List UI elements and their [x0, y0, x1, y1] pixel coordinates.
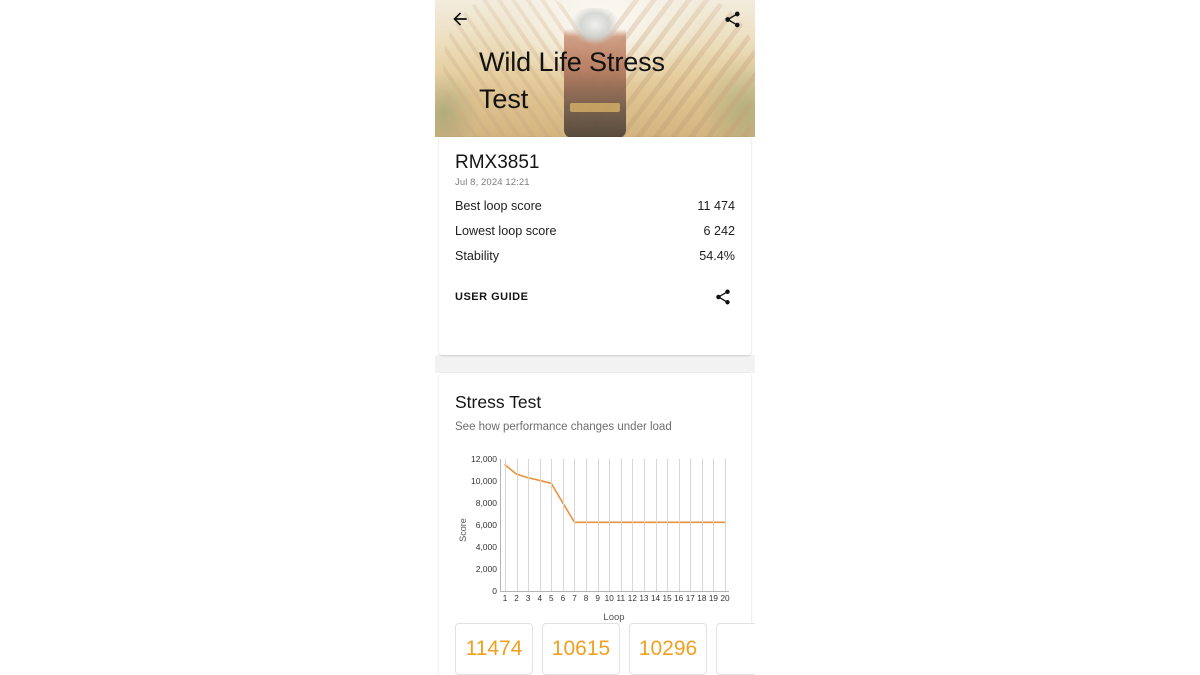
chart-gridline — [574, 459, 576, 591]
loop-score-chip-list[interactable]: 11474 10615 10296 — [439, 623, 755, 675]
chart-gridline — [562, 459, 564, 591]
chart-gridline — [725, 459, 726, 591]
chart-gridline — [655, 459, 657, 591]
stress-test-chart: Score 0 2,000 4,000 6,000 8,000 10,000 12,000 1… — [455, 454, 735, 623]
back-button[interactable] — [447, 6, 473, 32]
chart-x-tick-label: 10 — [604, 594, 614, 603]
chart-x-tick-label: 15 — [662, 594, 672, 603]
chart-x-tick-label: 13 — [639, 594, 649, 603]
scroll-container[interactable]: Wild Life Stress Test RMX3851 Jul 8, 202… — [435, 0, 755, 675]
chart-gridline — [713, 459, 715, 591]
chart-x-tick-label: 16 — [674, 594, 684, 603]
chart-gridline — [678, 459, 680, 591]
chart-x-tick-label: 8 — [583, 594, 589, 603]
stress-test-subtitle: See how performance changes under load — [455, 421, 672, 433]
chart-y-tick-label: 6,000 — [475, 520, 497, 530]
chart-series-line — [504, 463, 726, 524]
loop-score-chip[interactable]: 11474 — [455, 623, 533, 675]
chart-x-tick-label: 12 — [627, 594, 637, 603]
chart-gridline — [701, 459, 703, 591]
chart-y-tick-label: 12,000 — [471, 454, 497, 464]
chart-gridline — [643, 459, 645, 591]
chart-x-tick-label: 11 — [616, 594, 626, 603]
chart-x-tick-label: 4 — [537, 594, 543, 603]
chart-gridline — [505, 459, 506, 591]
loop-score-chip[interactable]: 10296 — [629, 623, 707, 675]
chart-x-tick-label: 7 — [572, 594, 577, 603]
result-timestamp: Jul 8, 2024 12:21 — [455, 177, 530, 188]
chart-x-tick-label: 1 — [502, 594, 508, 603]
chart-x-tick-label: 14 — [650, 594, 661, 603]
user-guide-button[interactable]: USER GUIDE — [455, 291, 528, 303]
chart-gridline — [516, 459, 518, 591]
hero-share-button[interactable] — [719, 6, 745, 32]
summary-row-lowest-loop-score: Lowest loop score 6 242 — [455, 213, 735, 238]
chart-x-tick-label: 17 — [685, 594, 695, 603]
chart-gridline — [620, 459, 622, 591]
chart-x-tick-label: 18 — [697, 594, 707, 603]
summary-value: 54.4% — [699, 249, 735, 263]
share-icon — [716, 289, 730, 305]
arrow-left-icon — [453, 12, 467, 26]
chart-x-tick-label: 6 — [560, 594, 566, 603]
chart-gridline — [528, 459, 530, 591]
chart-x-tick-label: 5 — [549, 594, 554, 603]
stress-test-title: Stress Test — [455, 392, 542, 412]
chart-gridline — [586, 459, 588, 591]
chart-y-tick-label: 8,000 — [475, 498, 497, 508]
chart-x-tick-label: 3 — [525, 594, 531, 603]
chart-y-tick-label: 0 — [492, 586, 497, 596]
chart-y-tick-label: 2,000 — [475, 564, 497, 574]
share-icon — [724, 11, 740, 27]
chart-x-tick-label: 20 — [720, 594, 730, 603]
chart-gridline — [667, 459, 669, 591]
device-name: RMX3851 — [455, 152, 540, 173]
chart-y-tick-label: 4,000 — [475, 542, 497, 552]
summary-value: 6 242 — [703, 224, 735, 238]
chart-x-axis-title: Loop — [603, 612, 625, 623]
chart-y-tick-label: 10,000 — [471, 476, 497, 486]
summary-value: 11 474 — [697, 199, 735, 213]
chart-x-tick-label: 9 — [595, 594, 600, 603]
summary-card-footer: USER GUIDE — [455, 285, 735, 309]
stress-test-card: Stress Test See how performance changes … — [439, 373, 755, 675]
screenshot-stage: Wild Life Stress Test RMX3851 Jul 8, 202… — [0, 0, 1200, 675]
summary-row-best-loop-score: Best loop score 11 474 — [455, 188, 735, 213]
result-summary-card: RMX3851 Jul 8, 2024 12:21 Best loop scor… — [439, 137, 751, 355]
card-separator — [435, 355, 755, 373]
summary-label: Lowest loop score — [455, 224, 557, 238]
chart-x-tick-label: 19 — [708, 594, 718, 603]
chart-gridline — [551, 459, 553, 591]
hero-header: Wild Life Stress Test — [435, 0, 755, 137]
chart-x-tick-label: 2 — [514, 594, 519, 603]
chart-gridline — [597, 459, 599, 591]
chart-plot-area: 0 2,000 4,000 6,000 8,000 10,000 12,000 1 2 3 4 5 6 7… — [471, 454, 730, 603]
summary-row-stability: Stability 54.4% — [455, 238, 735, 263]
chart-gridline — [539, 459, 541, 591]
page-title: Wild Life Stress Test — [479, 47, 665, 114]
chart-gridline — [690, 459, 692, 591]
summary-label: Stability — [455, 249, 500, 263]
summary-share-button[interactable] — [711, 285, 735, 309]
loop-score-chip[interactable] — [716, 623, 755, 675]
summary-label: Best loop score — [455, 199, 542, 213]
chart-y-axis-title: Score — [457, 518, 468, 542]
chart-gridline — [609, 459, 611, 591]
phone-viewport: Wild Life Stress Test RMX3851 Jul 8, 202… — [435, 0, 755, 675]
loop-score-chip[interactable]: 10615 — [542, 623, 620, 675]
chart-gridline — [632, 459, 634, 591]
